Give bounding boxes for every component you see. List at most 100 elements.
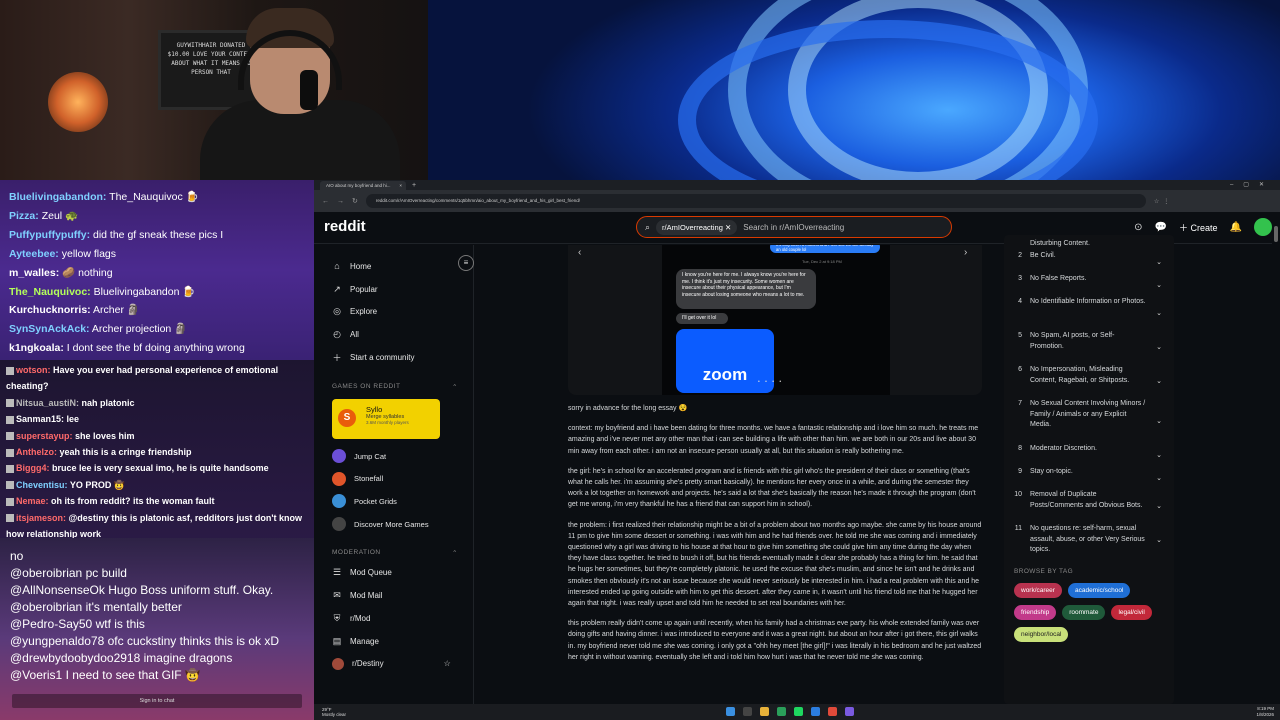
search-icon[interactable] bbox=[743, 707, 752, 716]
chat-icon[interactable]: 💬 bbox=[1155, 222, 1167, 233]
nav-popular[interactable]: ↗ Popular bbox=[332, 278, 473, 301]
new-tab-icon[interactable]: + bbox=[412, 182, 416, 189]
chevron-down-icon[interactable]: ⌄ bbox=[1156, 377, 1162, 388]
tag-chip[interactable]: academic/school bbox=[1067, 583, 1131, 598]
subreddit-search-chip[interactable]: r/AmIOverreacting ✕ bbox=[656, 219, 738, 235]
rule-item[interactable]: 11 No questions re: self-harm, sexual ass… bbox=[1014, 524, 1164, 558]
chevron-down-icon[interactable]: ⌄ bbox=[1156, 536, 1162, 547]
reddit-logo[interactable]: reddit bbox=[324, 218, 366, 235]
r-destiny[interactable]: r/Destiny ☆ bbox=[332, 653, 473, 676]
chat-username[interactable]: itsjameson: bbox=[16, 513, 66, 523]
nav-start-community[interactable]: ＋ Start a community bbox=[332, 346, 473, 369]
chat-username[interactable]: Sanman15: bbox=[16, 414, 64, 424]
browser-tab[interactable]: AIO about my boyfriend and hi... × bbox=[320, 180, 406, 190]
chat-username[interactable]: The_Nauquivoc: bbox=[9, 286, 91, 298]
rule-item[interactable]: 4 No Identifiable Information or Photos. ⌄ bbox=[1014, 297, 1164, 331]
chat-username[interactable]: @oberoibrian bbox=[10, 566, 82, 580]
rule-item[interactable]: 6 No Impersonation, Misleading Content, R… bbox=[1014, 365, 1164, 399]
games-section-header[interactable]: GAMES ON REDDIT ⌃ bbox=[332, 383, 458, 395]
game-stonefall[interactable]: Stonefall bbox=[332, 468, 473, 491]
create-button[interactable]: ＋ Create bbox=[1179, 221, 1218, 234]
weather-widget[interactable]: 29°F Mostly clear bbox=[322, 707, 346, 717]
chevron-down-icon[interactable]: ⌄ bbox=[1156, 343, 1162, 354]
chat-username[interactable]: Nitsua_austiN: bbox=[16, 398, 79, 408]
tag-chip[interactable]: friendship bbox=[1014, 605, 1057, 620]
start-icon[interactable] bbox=[726, 707, 735, 716]
tag-chip[interactable]: roommate bbox=[1062, 605, 1106, 620]
chat-username[interactable]: @Pedro-Say50 bbox=[10, 617, 92, 631]
chevron-down-icon[interactable]: ⌄ bbox=[1156, 474, 1162, 485]
featured-game-syllo[interactable]: S Syllo Merge syllables 3.6M monthly pla… bbox=[332, 398, 440, 439]
rule-item[interactable]: 9 Stay on-topic. ⌄ bbox=[1014, 467, 1164, 490]
rule-item[interactable]: 8 Moderator Discretion. ⌄ bbox=[1014, 444, 1164, 467]
chrome-icon[interactable] bbox=[828, 707, 837, 716]
chat-username[interactable]: Anthelzo: bbox=[16, 447, 57, 457]
chat-username[interactable]: wotson: bbox=[16, 365, 51, 375]
rule-item[interactable]: 5 No Spam, AI posts, or Self-Promotion. ⌄ bbox=[1014, 331, 1164, 365]
chevron-down-icon[interactable]: ⌄ bbox=[1156, 502, 1162, 513]
chevron-down-icon[interactable]: ⌄ bbox=[1156, 309, 1162, 320]
chat-username[interactable]: Kurchucknorris: bbox=[9, 304, 91, 316]
discover-more-games[interactable]: Discover More Games bbox=[332, 513, 473, 536]
chat-username[interactable]: @Voeris1 bbox=[10, 668, 62, 682]
advertise-icon[interactable]: ⊙ bbox=[1134, 222, 1142, 233]
chat-username[interactable]: SynSynAckAck: bbox=[9, 323, 90, 335]
search-bar[interactable]: ⌕ r/AmIOverreacting ✕ Search in r/AmIOve… bbox=[636, 216, 952, 238]
nav-explore[interactable]: ◎ Explore bbox=[332, 301, 473, 324]
chat-username[interactable]: @AllNonsenseOk bbox=[10, 583, 105, 597]
chat-username[interactable]: m_walles: bbox=[9, 267, 59, 279]
user-avatar[interactable] bbox=[1254, 218, 1272, 236]
notification-bell-icon[interactable]: 🔔 bbox=[1230, 222, 1242, 233]
sign-in-chat-button[interactable]: Sign in to chat bbox=[12, 694, 302, 708]
moderation-section-header[interactable]: MODERATION ⌃ bbox=[332, 549, 458, 561]
search-input[interactable]: Search in r/AmIOverreacting bbox=[743, 223, 844, 232]
chevron-down-icon[interactable]: ⌄ bbox=[1156, 281, 1162, 292]
rule-item[interactable]: 10 Removal of Duplicate Posts/Comments an… bbox=[1014, 490, 1164, 524]
chat-username[interactable]: @yungpenaldo78 bbox=[10, 634, 104, 648]
tag-chip[interactable]: legal/civil bbox=[1111, 605, 1152, 620]
system-tray[interactable]: 8:19 PM 1/8/2026 bbox=[1256, 706, 1274, 718]
rule-item[interactable]: 7 No Sexual Content Involving Minors / Fa… bbox=[1014, 399, 1164, 444]
sidebar-collapse-icon[interactable]: ≡ bbox=[458, 255, 474, 271]
nav-all[interactable]: ◴ All bbox=[332, 323, 473, 346]
chevron-down-icon[interactable]: ⌄ bbox=[1156, 451, 1162, 462]
app-icon[interactable] bbox=[777, 707, 786, 716]
tag-chip[interactable]: work/career bbox=[1014, 583, 1062, 598]
chat-username[interactable]: superstayup: bbox=[16, 431, 73, 441]
game-pocket-grids[interactable]: Pocket Grids bbox=[332, 490, 473, 513]
rule-item[interactable]: Disturbing Content. bbox=[1014, 239, 1164, 251]
manage[interactable]: ▤ Manage bbox=[332, 630, 473, 653]
chat-username[interactable]: k1ngkoala: bbox=[9, 342, 64, 354]
chat-username[interactable]: @drewbydoobydoo2918 bbox=[10, 651, 140, 665]
edge-icon[interactable] bbox=[811, 707, 820, 716]
chat-username[interactable]: Pizza: bbox=[9, 210, 39, 222]
window-controls[interactable]: –▢✕ bbox=[1230, 180, 1274, 190]
tag-chip[interactable]: neighbor/local bbox=[1014, 627, 1069, 642]
nav-home[interactable]: ⌂ Home bbox=[332, 255, 473, 278]
mod-queue[interactable]: ☰ Mod Queue bbox=[332, 561, 473, 584]
obs-icon[interactable] bbox=[845, 707, 854, 716]
chevron-down-icon[interactable]: ⌄ bbox=[1156, 258, 1162, 269]
rule-item[interactable]: 2 Be Civil. ⌄ bbox=[1014, 251, 1164, 274]
scrollbar[interactable] bbox=[1272, 224, 1280, 704]
image-carousel[interactable]: It's only been 6 months and I feel like … bbox=[568, 245, 982, 395]
chat-username[interactable]: @oberoibrian bbox=[10, 600, 82, 614]
chat-username[interactable]: Puffypuffypuffy: bbox=[9, 229, 90, 241]
chevron-down-icon[interactable]: ⌄ bbox=[1156, 417, 1162, 428]
chat-username[interactable]: Cheventisu: bbox=[16, 480, 68, 490]
mod-mail[interactable]: ✉ Mod Mail bbox=[332, 584, 473, 607]
extensions-icon[interactable]: ☆⋮ bbox=[1154, 198, 1173, 205]
chat-username[interactable]: Nemae: bbox=[16, 496, 49, 506]
close-tab-icon[interactable]: × bbox=[399, 181, 402, 190]
forward-icon[interactable]: → bbox=[337, 198, 344, 205]
carousel-next-icon[interactable]: › bbox=[964, 247, 967, 258]
reload-icon[interactable]: ↻ bbox=[352, 197, 358, 205]
back-icon[interactable]: ← bbox=[322, 198, 329, 205]
chat-username[interactable]: Biggg4: bbox=[16, 463, 50, 473]
carousel-prev-icon[interactable]: ‹ bbox=[578, 247, 581, 258]
chat-username[interactable]: Ayteebee: bbox=[9, 248, 59, 260]
url-field[interactable]: reddit.com/r/AmIOverreacting/comments/1q… bbox=[365, 194, 1146, 208]
scrollbar-thumb[interactable] bbox=[1274, 226, 1278, 242]
game-jump-cat[interactable]: Jump Cat bbox=[332, 445, 473, 468]
r-mod[interactable]: ⛨ r/Mod bbox=[332, 607, 473, 630]
